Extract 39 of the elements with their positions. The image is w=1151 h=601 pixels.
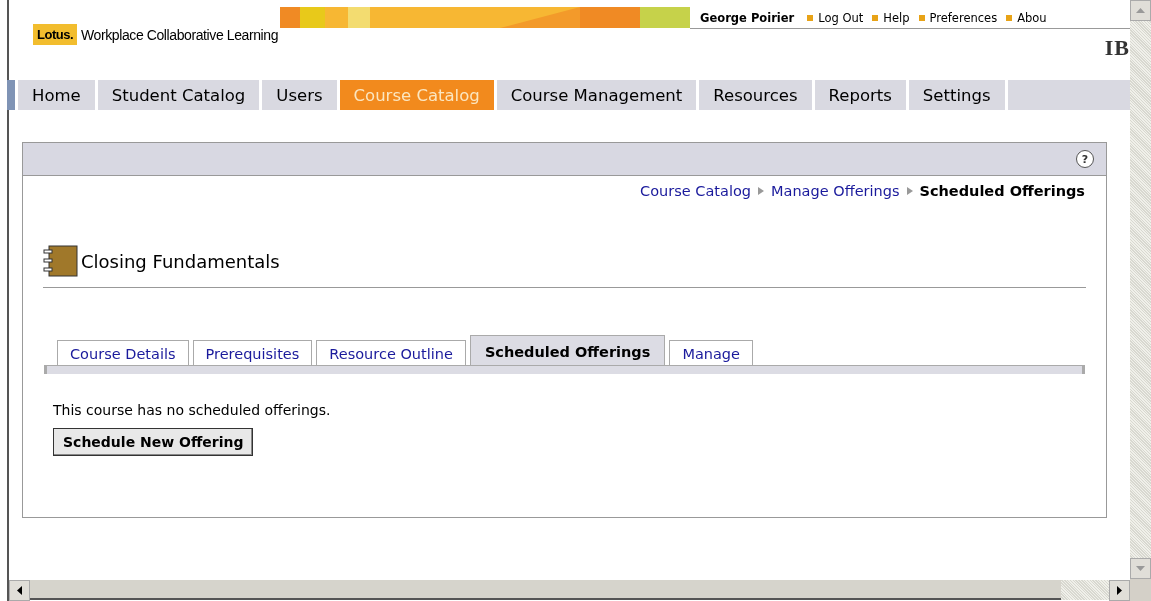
scroll-left-icon[interactable] — [9, 579, 30, 601]
nav-tab[interactable]: Reports — [814, 80, 906, 110]
bullet-icon — [918, 14, 925, 21]
nav-tab[interactable]: Users — [262, 80, 337, 110]
course-title: Closing Fundamentals — [81, 250, 280, 272]
bullet-icon — [1006, 14, 1013, 21]
book-icon — [43, 245, 79, 277]
header-link[interactable]: Log Out — [818, 10, 864, 25]
header-link[interactable]: Abou — [1017, 10, 1047, 25]
scrollbar-corner — [1130, 579, 1151, 601]
breadcrumb-link[interactable]: Course Catalog — [640, 183, 752, 199]
course-tab[interactable]: Resource Outline — [316, 340, 466, 365]
horizontal-scrollbar[interactable] — [30, 580, 1061, 600]
help-icon[interactable]: ? — [1076, 150, 1094, 168]
course-tab[interactable]: Manage — [669, 340, 753, 365]
product-name: Workplace Collaborative Learning — [81, 26, 279, 43]
brand-logo: Lotus. — [33, 24, 77, 45]
user-name: George Poirier — [700, 10, 795, 25]
course-tab[interactable]: Prerequisites — [192, 340, 313, 365]
empty-message: This course has no scheduled offerings. — [53, 402, 332, 418]
vendor-logo: IB — [1104, 37, 1130, 59]
nav-tab[interactable]: Home — [18, 80, 95, 110]
breadcrumb-current: Scheduled Offerings — [919, 183, 1085, 199]
bullet-icon — [807, 14, 814, 21]
header-link[interactable]: Help — [883, 10, 910, 25]
course-tab[interactable]: Scheduled Offerings — [469, 335, 666, 365]
header-link[interactable]: Preferences — [929, 10, 998, 25]
nav-edge-bar — [7, 80, 15, 110]
breadcrumb-arrow-icon — [758, 187, 765, 195]
bullet-icon — [872, 14, 879, 21]
nav-tab[interactable]: Student Catalog — [97, 80, 260, 110]
nav-tab[interactable]: Settings — [908, 80, 1005, 110]
breadcrumb-link[interactable]: Manage Offerings — [771, 183, 900, 199]
course-tab[interactable]: Course Details — [57, 340, 189, 365]
nav-tab[interactable]: Course Management — [496, 80, 697, 110]
breadcrumb-arrow-icon — [906, 187, 913, 195]
schedule-button[interactable]: Schedule New Offering — [53, 428, 254, 456]
scroll-right-icon[interactable] — [1109, 579, 1130, 601]
nav-tab[interactable]: Resources — [699, 80, 812, 110]
